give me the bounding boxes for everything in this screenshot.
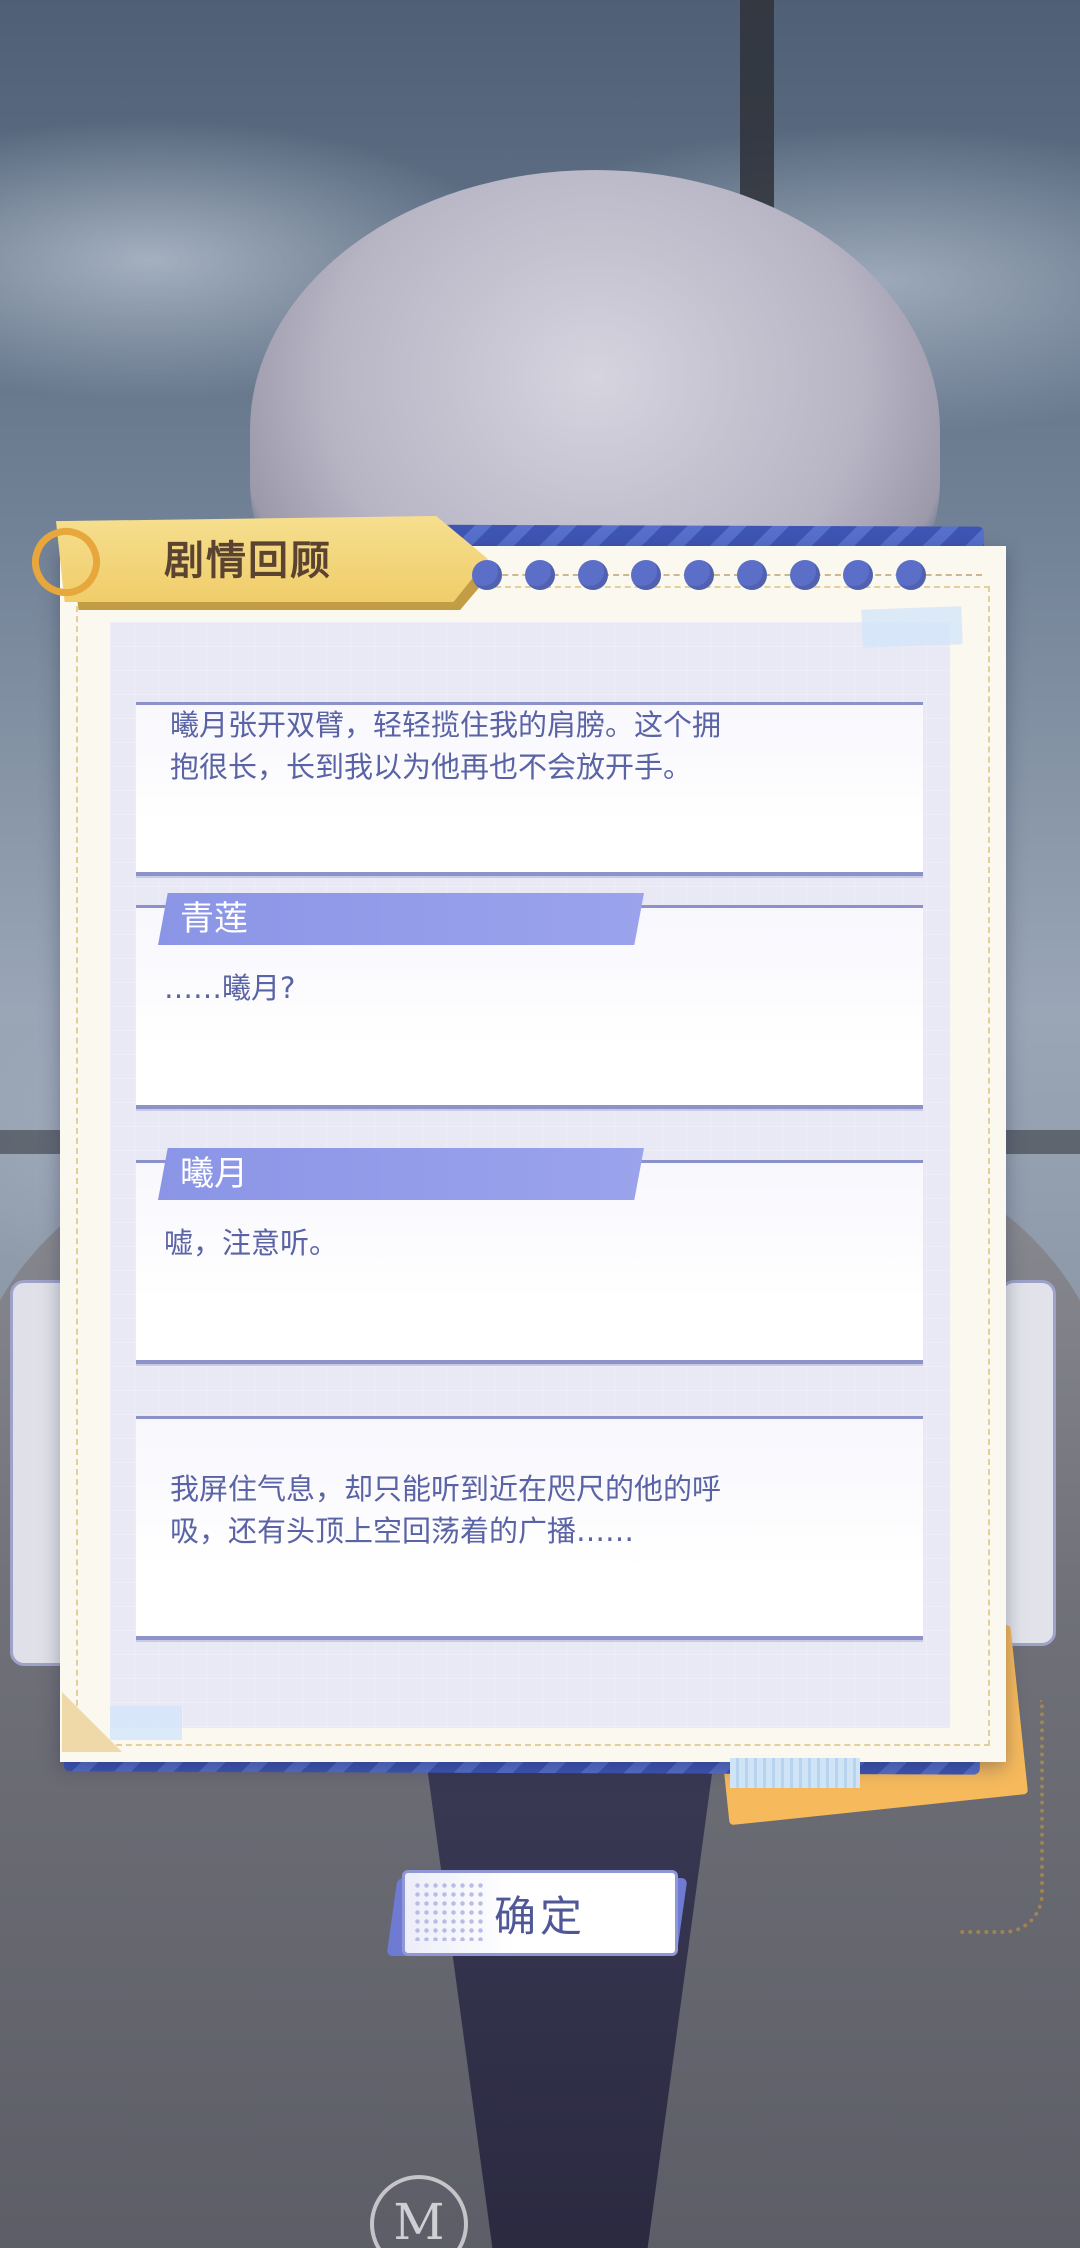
dialogue-entry: 曦月张开双臂，轻轻揽住我的肩膀。这个拥 抱很长，长到我以为他再也不会放开手。	[136, 702, 923, 876]
dialogue-entry: 曦月 嘘，注意听。	[136, 1148, 923, 1364]
entry-text: 我屏住气息，却只能听到近在咫尺的他的呼 吸，还有头顶上空回荡着的广播……	[170, 1472, 722, 1548]
dot-icon	[896, 560, 926, 590]
dialogue-entry: 我屏住气息，却只能听到近在咫尺的他的呼 吸，还有头顶上空回荡着的广播……	[136, 1416, 923, 1640]
dot-icon	[737, 560, 767, 590]
tape-decoration	[110, 1706, 182, 1740]
dot-strip	[472, 560, 982, 590]
dot-icon	[631, 560, 661, 590]
dot-icon	[472, 560, 502, 590]
dot-icon	[790, 560, 820, 590]
tape-decoration	[730, 1758, 860, 1788]
dot-icon	[578, 560, 608, 590]
dialogue-entry: 青莲 ……曦月?	[136, 893, 923, 1109]
dot-icon	[843, 560, 873, 590]
confirm-button-label: 确定	[493, 1891, 586, 1941]
dot-icon	[684, 560, 714, 590]
speaker-name: 青莲	[180, 899, 248, 939]
entry-text: ……曦月?	[164, 971, 296, 1005]
speaker-name: 曦月	[180, 1154, 248, 1194]
confirm-button[interactable]: 确定	[402, 1870, 678, 1956]
panel-title: 剧情回顾	[164, 538, 332, 584]
dot-icon	[525, 560, 555, 590]
entry-text: 嘘，注意听。	[164, 1226, 339, 1260]
side-card-right	[1000, 1280, 1056, 1646]
entry-text: 曦月张开双臂，轻轻揽住我的肩膀。这个拥 抱很长，长到我以为他再也不会放开手。	[170, 708, 722, 784]
tape-decoration	[861, 606, 963, 648]
halftone-pattern	[413, 1881, 483, 1941]
